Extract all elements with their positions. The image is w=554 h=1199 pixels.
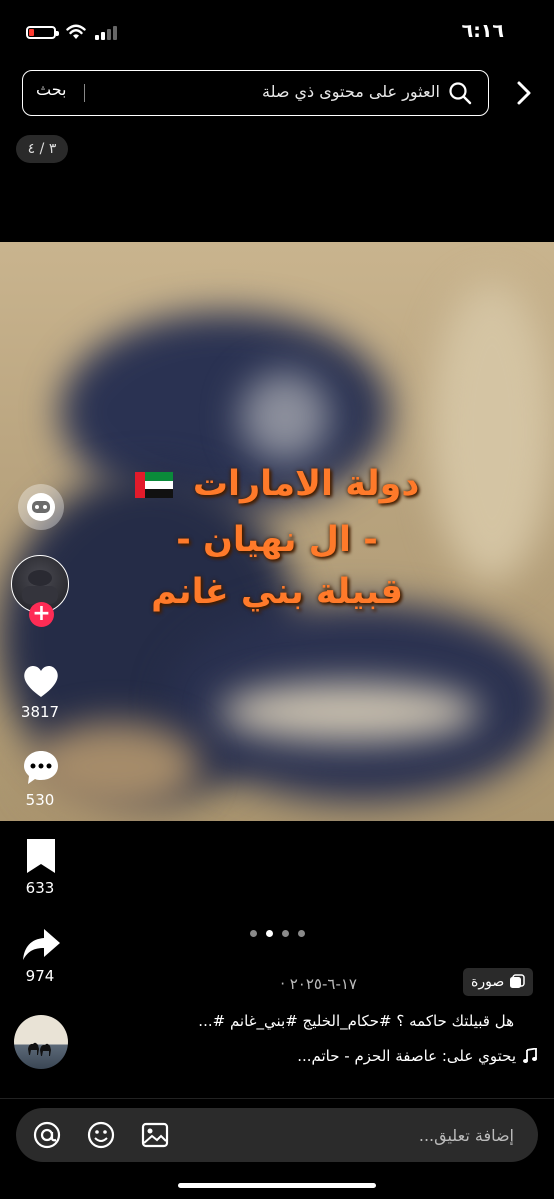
mention-icon[interactable] <box>32 1120 62 1150</box>
music-avatar[interactable] <box>14 1015 68 1069</box>
search-placeholder: العثور على محتوى ذي صلة <box>261 82 440 101</box>
wifi-icon <box>66 24 86 39</box>
carousel-dot <box>250 930 257 937</box>
status-time: ٦:١٦ <box>461 20 504 42</box>
comment-count: 530 <box>25 791 55 809</box>
carousel-dot <box>282 930 289 937</box>
photo-mode-icon <box>510 974 525 988</box>
cellular-signal-icon <box>95 26 119 40</box>
carousel-indicator <box>250 930 305 937</box>
emoji-icon[interactable] <box>86 1120 116 1150</box>
overlay-line-1: دولة الامارات <box>0 464 554 504</box>
bookmark-icon[interactable] <box>20 836 62 878</box>
comment-placeholder: إضافة تعليق... <box>418 1126 514 1145</box>
follow-plus-button[interactable]: + <box>29 602 54 627</box>
uae-flag-icon <box>134 472 173 498</box>
home-indicator <box>178 1183 376 1188</box>
divider <box>0 1098 554 1099</box>
camel-caravan-icon <box>28 1042 51 1056</box>
effect-button[interactable] <box>18 484 64 530</box>
search-button[interactable]: بحث <box>36 80 67 99</box>
chevron-right-icon[interactable] <box>514 80 534 106</box>
photo-type-badge: صورة <box>463 968 534 996</box>
battery-icon <box>26 26 59 39</box>
share-count: 974 <box>25 967 55 985</box>
share-icon[interactable] <box>20 924 62 966</box>
photo-type-label: صورة <box>471 974 505 990</box>
page-counter: ٣ / ٤ <box>16 135 68 163</box>
save-count: 633 <box>25 879 55 897</box>
post-caption[interactable]: هل قبيلتك حاكمه ؟ #حكام_الخليج #بني_غانم… <box>198 1012 514 1030</box>
music-info[interactable]: يحتوي على: عاصفة الحزم - حاتم... <box>297 1047 538 1065</box>
carousel-dot <box>298 930 305 937</box>
overlay-line-1-text: دولة الامارات <box>192 464 420 504</box>
music-title: يحتوي على: عاصفة الحزم - حاتم... <box>297 1047 516 1065</box>
like-count: 3817 <box>20 703 60 721</box>
search-icon <box>449 82 472 105</box>
effect-icon <box>27 493 55 521</box>
heart-icon[interactable] <box>20 660 62 702</box>
post-photo[interactable]: دولة الامارات - ال نهيان - قبيلة بني غان… <box>0 242 554 821</box>
search-divider <box>84 84 85 102</box>
overlay-line-2: - ال نهيان - <box>176 520 378 560</box>
image-icon[interactable] <box>140 1120 170 1150</box>
music-note-icon <box>523 1048 537 1063</box>
comment-icon[interactable] <box>20 747 62 789</box>
overlay-line-3: قبيلة بني غانم <box>151 572 403 612</box>
post-date: ١٧-٦-٢٠٢٥ · <box>280 975 357 993</box>
carousel-dot-active <box>266 930 273 937</box>
